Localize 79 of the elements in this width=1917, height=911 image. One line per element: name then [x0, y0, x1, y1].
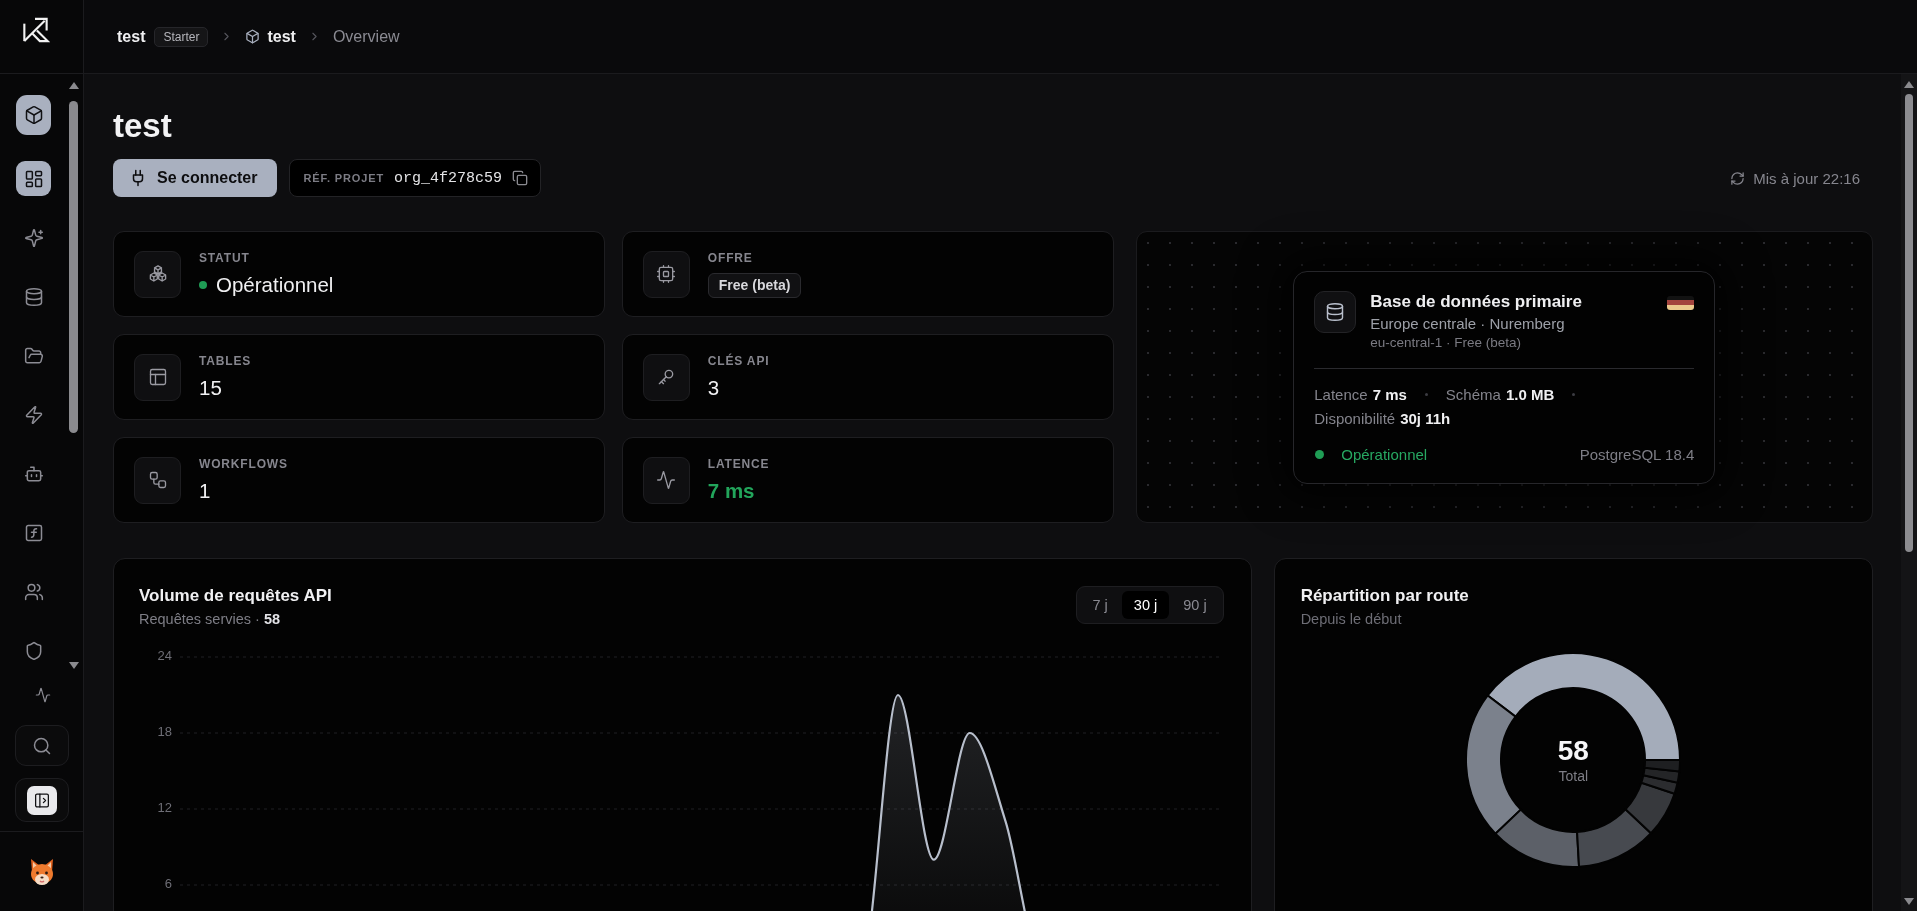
donut-subtitle: Depuis le début: [1300, 610, 1402, 629]
range-tab[interactable]: 30 j: [1121, 591, 1170, 619]
scrollbar-track[interactable]: [1901, 74, 1917, 911]
updated-time: Mis à jour 22:16: [1753, 169, 1860, 187]
database-engine: PostgreSQL 18.4: [1579, 444, 1695, 465]
offer-badge: Free (beta): [707, 272, 802, 298]
database-region: eu-central-1 · Free (beta): [1370, 333, 1522, 352]
stat-label: OFFRE: [707, 250, 753, 266]
sparkles-icon: [23, 227, 44, 248]
scroll-down-arrow-icon[interactable]: [68, 662, 79, 669]
stat-value: 3: [707, 375, 720, 401]
connect-button[interactable]: Se connecter: [113, 159, 278, 197]
stat-value: Opérationnel: [216, 272, 334, 298]
refresh-icon[interactable]: [1730, 170, 1746, 186]
database-status: Opérationnel: [1341, 444, 1428, 465]
cube-icon: [245, 29, 261, 44]
scroll-up-arrow-icon[interactable]: [68, 82, 79, 89]
ref-label: RÉF. PROJET: [303, 172, 385, 184]
table-icon: [134, 353, 181, 401]
plan-badge: Starter: [154, 26, 209, 47]
y-axis-label: 24: [157, 648, 172, 664]
stat-label: CLÉS API: [707, 353, 770, 369]
stat-label: TABLES: [199, 353, 252, 369]
key-icon: [642, 353, 690, 401]
donut-total-label: Total: [1558, 767, 1589, 785]
stat-label: LATENCE: [707, 456, 770, 472]
metric-value: 7 ms: [1372, 384, 1407, 405]
database-location: Europe centrale · Nuremberg: [1370, 313, 1565, 334]
dashboard-grid-icon: [23, 168, 44, 189]
stat-value: 7 ms: [707, 478, 755, 504]
separator-dot-icon: [1572, 393, 1576, 396]
stat-label: WORKFLOWS: [199, 456, 288, 472]
scrollbar-thumb[interactable]: [69, 101, 78, 433]
y-axis-label: 6: [164, 876, 172, 892]
copy-icon[interactable]: [512, 170, 529, 186]
status-dot-icon: [1315, 450, 1325, 459]
stat-label: STATUT: [199, 250, 250, 266]
status-dot-icon: [199, 281, 207, 289]
chart-subtitle: Requêtes servies · 58: [139, 610, 281, 629]
range-tab[interactable]: 90 j: [1171, 591, 1219, 619]
chart-title: Volume de requêtes API: [139, 585, 332, 607]
folder-icon: [23, 345, 44, 366]
database-icon: [23, 286, 44, 307]
cubes-icon: [134, 250, 181, 298]
donut-total-value: 58: [1557, 735, 1589, 767]
database-icon: [1314, 290, 1357, 333]
workflow-icon: [134, 456, 181, 504]
project-button[interactable]: [16, 95, 51, 135]
database-title: Base de données primaire: [1370, 290, 1582, 313]
chip-icon: [642, 250, 690, 298]
y-axis-label: 12: [157, 800, 172, 816]
pulse-icon: [642, 456, 690, 504]
stat-value: 15: [199, 375, 222, 401]
scroll-down-arrow-icon[interactable]: [1904, 898, 1914, 905]
search-button[interactable]: [14, 725, 69, 766]
organization-link[interactable]: test: [117, 27, 146, 46]
function-icon: [23, 522, 44, 543]
y-axis-label: 18: [157, 724, 172, 740]
sidebar-toggle-button[interactable]: [14, 778, 69, 822]
scroll-up-arrow-icon[interactable]: [1904, 81, 1914, 88]
metric-label: Schéma: [1445, 384, 1501, 405]
dashboard-button[interactable]: [16, 161, 51, 196]
scrollbar-thumb[interactable]: [1905, 94, 1913, 552]
project-link[interactable]: test: [267, 27, 296, 46]
separator-dot-icon: [1424, 393, 1428, 396]
metric-label: Latence: [1314, 384, 1368, 405]
page-title: test: [113, 106, 173, 146]
users-icon: [23, 581, 44, 602]
metric-value: 1.0 MB: [1505, 384, 1555, 405]
metric-label: Disponibilité: [1314, 408, 1396, 429]
range-tab[interactable]: 7 j: [1080, 591, 1120, 619]
lightning-bolt-icon: [23, 404, 44, 425]
current-page-crumb: Overview: [332, 27, 400, 46]
flag-icon: [1667, 295, 1695, 310]
donut-title: Répartition par route: [1300, 585, 1469, 607]
metric-value: 30j 11h: [1400, 408, 1451, 429]
cube-icon: [23, 105, 44, 125]
ref-value: org_4f278c59: [394, 169, 503, 187]
stat-value: 1: [199, 478, 211, 504]
